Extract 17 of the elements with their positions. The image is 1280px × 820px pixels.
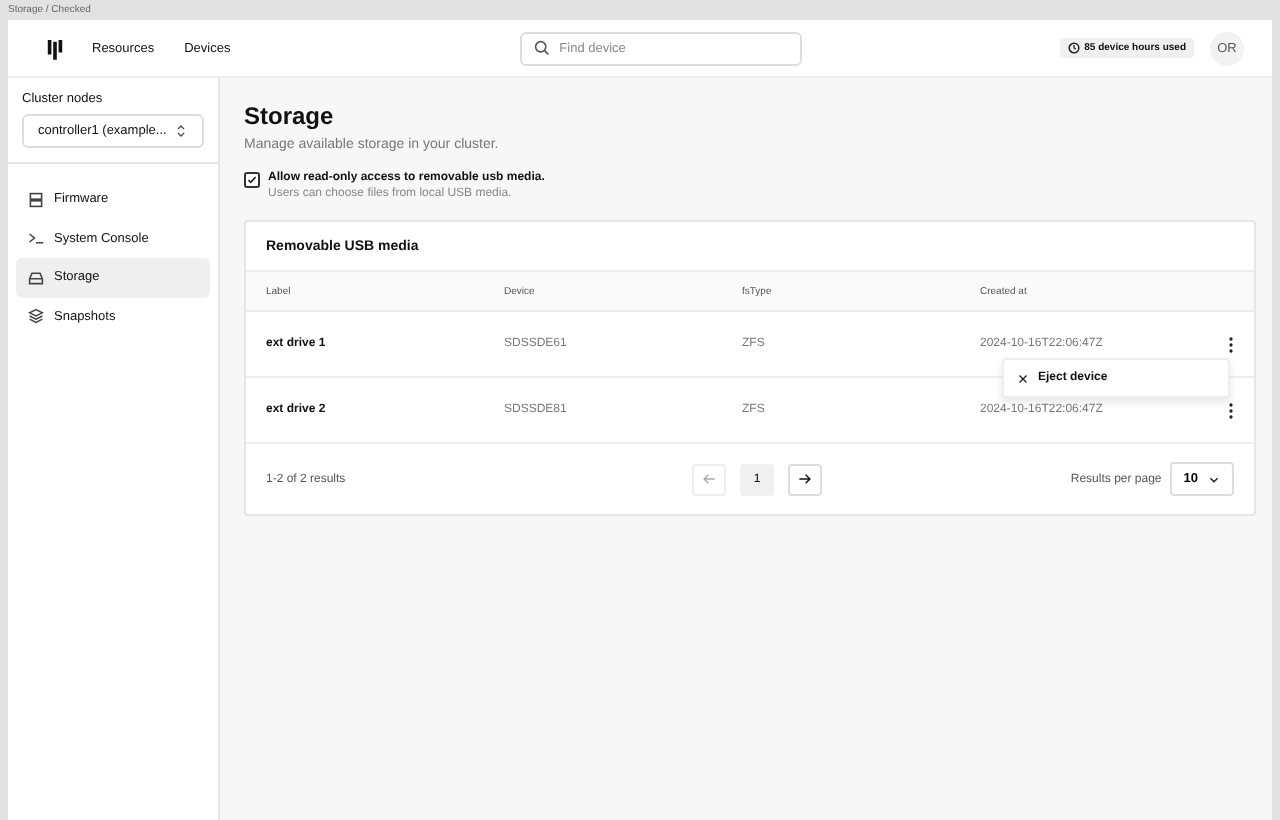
arrow-left-icon [702,472,716,486]
terminal-icon [28,230,44,247]
layers-icon [28,308,44,325]
close-icon [1018,373,1028,383]
chevron-down-icon [1208,473,1220,485]
page-title: Storage [244,102,336,130]
more-icon[interactable] [1228,335,1234,353]
logo-icon [46,37,64,59]
drive-icon [28,269,44,286]
clock-icon [1068,42,1081,54]
chevron-up-down-icon [176,124,186,138]
checkbox[interactable] [244,172,260,188]
more-icon[interactable] [1228,401,1234,419]
arrow-right-icon [798,472,812,486]
next-page-button[interactable] [788,463,822,495]
server-icon [28,191,44,208]
search-icon [533,40,550,56]
